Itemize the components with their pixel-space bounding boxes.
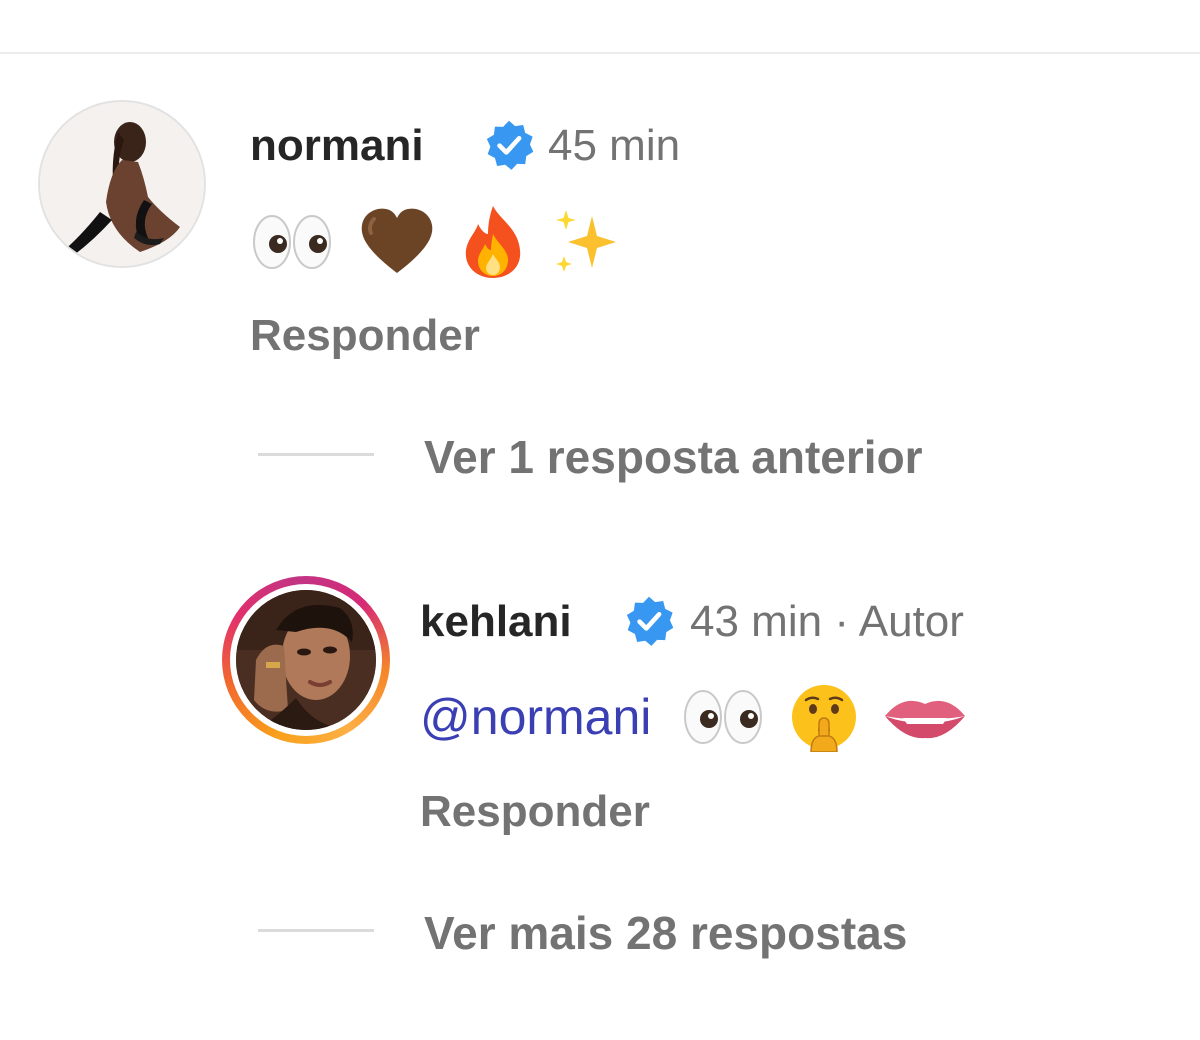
thread-line bbox=[258, 453, 374, 456]
reply-username[interactable]: kehlani bbox=[420, 600, 572, 644]
thread-line bbox=[258, 929, 374, 932]
reply-button[interactable]: Responder bbox=[420, 790, 650, 834]
fire-emoji-icon bbox=[465, 206, 521, 278]
avatar-normani[interactable] bbox=[38, 100, 206, 268]
author-tag: Autor bbox=[858, 597, 964, 646]
verified-badge-icon bbox=[486, 120, 534, 170]
eyes-emoji-icon bbox=[253, 215, 331, 269]
reply-text: @normani bbox=[420, 682, 977, 752]
shushing-face-emoji-icon bbox=[792, 685, 857, 752]
meta-separator: · bbox=[834, 597, 849, 646]
avatar-photo-icon bbox=[236, 590, 376, 730]
avatar-kehlani[interactable] bbox=[236, 590, 376, 730]
view-previous-replies-button[interactable]: Ver 1 resposta anterior bbox=[424, 434, 923, 480]
avatar-photo-icon bbox=[40, 102, 204, 266]
view-more-replies-button[interactable]: Ver mais 28 respostas bbox=[424, 910, 907, 956]
top-divider bbox=[0, 52, 1200, 54]
brown-heart-emoji-icon bbox=[361, 208, 433, 273]
biting-lip-emoji-icon bbox=[885, 700, 966, 739]
reply-timestamp: 43 min bbox=[690, 597, 823, 646]
sparkles-emoji-icon bbox=[555, 210, 616, 272]
verified-badge-icon bbox=[626, 596, 674, 646]
eyes-emoji-icon bbox=[684, 690, 763, 744]
comment-timestamp: 45 min bbox=[548, 121, 681, 170]
comment-username[interactable]: normani bbox=[250, 124, 424, 168]
reply-meta: 43 min · Autor bbox=[690, 600, 964, 644]
mention-link[interactable]: @normani bbox=[420, 689, 651, 745]
comment-text bbox=[252, 204, 632, 280]
reply-button[interactable]: Responder bbox=[250, 314, 480, 358]
